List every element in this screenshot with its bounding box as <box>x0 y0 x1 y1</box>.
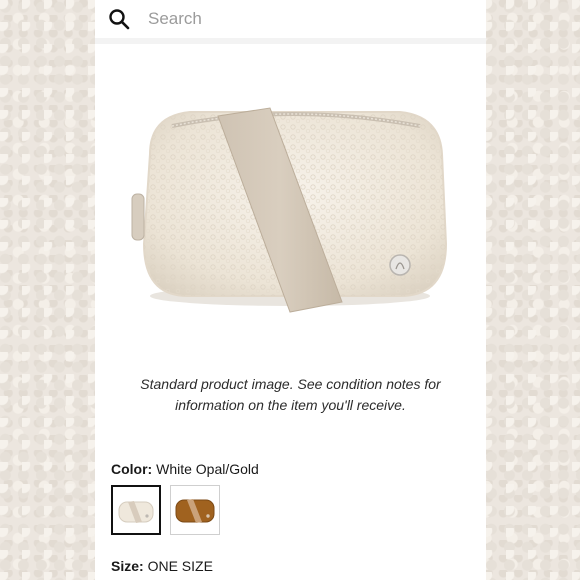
search-icon[interactable] <box>108 8 130 30</box>
search-input[interactable]: Search <box>148 9 202 29</box>
caption-line-1: Standard product image. See condition no… <box>140 376 441 392</box>
swatch-white-bag-thumbnail <box>118 501 154 523</box>
product-page: Search Standard product image. See condi… <box>95 0 486 580</box>
search-bar[interactable]: Search <box>95 0 486 38</box>
swatch-brown[interactable] <box>170 485 220 535</box>
size-value: ONE SIZE <box>147 558 213 574</box>
size-selector-label: Size: ONE SIZE <box>111 558 213 574</box>
color-label: Color: <box>111 461 153 477</box>
swatch-brown-bag-thumbnail <box>175 499 215 523</box>
product-image[interactable] <box>110 44 467 359</box>
swatch-white-opal-gold[interactable] <box>111 485 161 535</box>
image-caption: Standard product image. See condition no… <box>95 374 486 416</box>
size-label: Size: <box>111 558 144 574</box>
caption-line-2: information on the item you'll receive. <box>175 397 406 413</box>
color-selector-label: Color: White Opal/Gold <box>111 461 259 477</box>
color-value: White Opal/Gold <box>156 461 259 477</box>
color-swatches <box>111 485 220 535</box>
